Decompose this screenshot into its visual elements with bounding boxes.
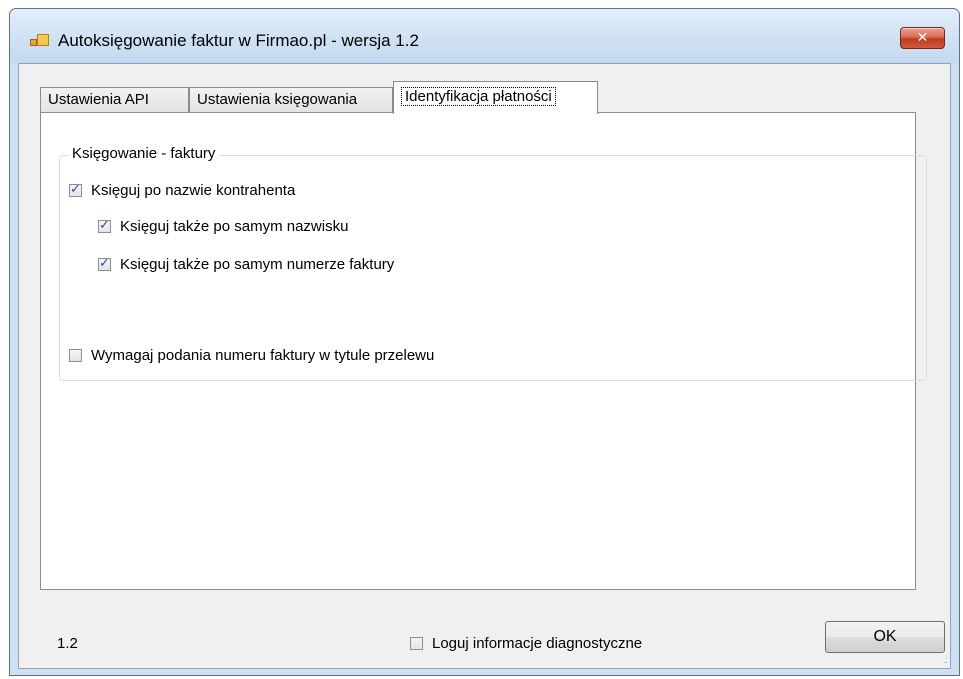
post-by-contractor-name-checkbox[interactable]: Księguj po nazwie kontrahenta — [69, 181, 296, 199]
require-invoice-number-checkbox[interactable]: Wymagaj podania numeru faktury w tytule … — [69, 347, 434, 364]
title-bar[interactable]: Autoksięgowanie faktur w Firmao.pl - wer… — [10, 9, 959, 63]
group-legend: Księgowanie - faktury — [68, 145, 220, 162]
ok-button[interactable]: OK — [825, 621, 945, 653]
checkbox-label: Loguj informacje diagnostyczne — [432, 635, 643, 652]
checkbox-label: Księguj także po samym nazwisku — [120, 218, 349, 235]
tab-label: Identyfikacja płatności — [401, 87, 556, 106]
checkbox-label: Księguj po nazwie kontrahenta — [91, 182, 296, 199]
checkbox-box[interactable] — [69, 181, 82, 197]
tab-label: Ustawienia księgowania — [197, 91, 358, 108]
tab-accounting-settings[interactable]: Ustawienia księgowania — [189, 87, 393, 113]
log-diagnostics-checkbox[interactable]: Loguj informacje diagnostyczne — [410, 635, 642, 652]
tab-api-settings[interactable]: Ustawienia API — [40, 87, 189, 113]
resize-grip-icon[interactable]: .: — [943, 655, 947, 666]
tab-panel: Księgowanie - faktury Księguj po nazwie … — [40, 112, 927, 590]
main-window: Autoksięgowanie faktur w Firmao.pl - wer… — [9, 8, 960, 676]
post-by-surname-checkbox[interactable]: Księguj także po samym nazwisku — [98, 217, 349, 235]
close-button[interactable]: ✕ — [900, 27, 945, 49]
post-by-invoice-number-checkbox[interactable]: Księguj także po samym numerze faktury — [98, 255, 395, 273]
checkbox-box[interactable] — [98, 217, 111, 233]
tab-payment-identification[interactable]: Identyfikacja płatności — [393, 81, 598, 114]
checkbox-label: Księguj także po samym numerze faktury — [120, 256, 395, 273]
tab-label: Ustawienia API — [48, 91, 149, 108]
checkbox-box[interactable] — [98, 255, 111, 271]
checkbox-box[interactable] — [69, 349, 82, 362]
checkbox-box[interactable] — [410, 637, 423, 650]
version-label: 1.2 — [57, 635, 78, 652]
client-area: Ustawienia API Ustawienia księgowania Id… — [18, 63, 951, 669]
invoice-posting-group: Księgowanie - faktury Księguj po nazwie … — [59, 145, 927, 381]
window-title: Autoksięgowanie faktur w Firmao.pl - wer… — [58, 31, 419, 50]
app-icon — [30, 34, 49, 48]
checkbox-label: Wymagaj podania numeru faktury w tytule … — [91, 347, 435, 364]
